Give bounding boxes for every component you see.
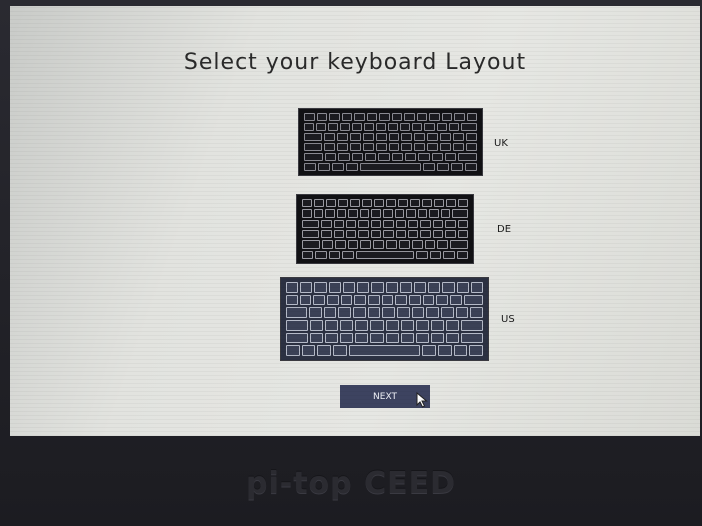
next-button-label: NEXT (373, 391, 397, 402)
page-title: Select your keyboard Layout (183, 50, 527, 75)
display-screen: Select your keyboard Layout UK DE US NEX… (10, 6, 700, 436)
bezel-brand-logo: pi-top CEED (246, 466, 456, 501)
layout-label-us[interactable]: US (501, 314, 515, 325)
layout-label-uk[interactable]: UK (494, 138, 508, 149)
keyboard-image-uk[interactable] (298, 108, 483, 176)
keyboard-image-de[interactable] (296, 194, 474, 264)
keyboard-image-us[interactable] (280, 277, 489, 361)
arrow-cursor-icon (416, 392, 428, 408)
laptop-frame: Select your keyboard Layout UK DE US NEX… (0, 0, 702, 526)
layout-label-de[interactable]: DE (497, 224, 511, 235)
